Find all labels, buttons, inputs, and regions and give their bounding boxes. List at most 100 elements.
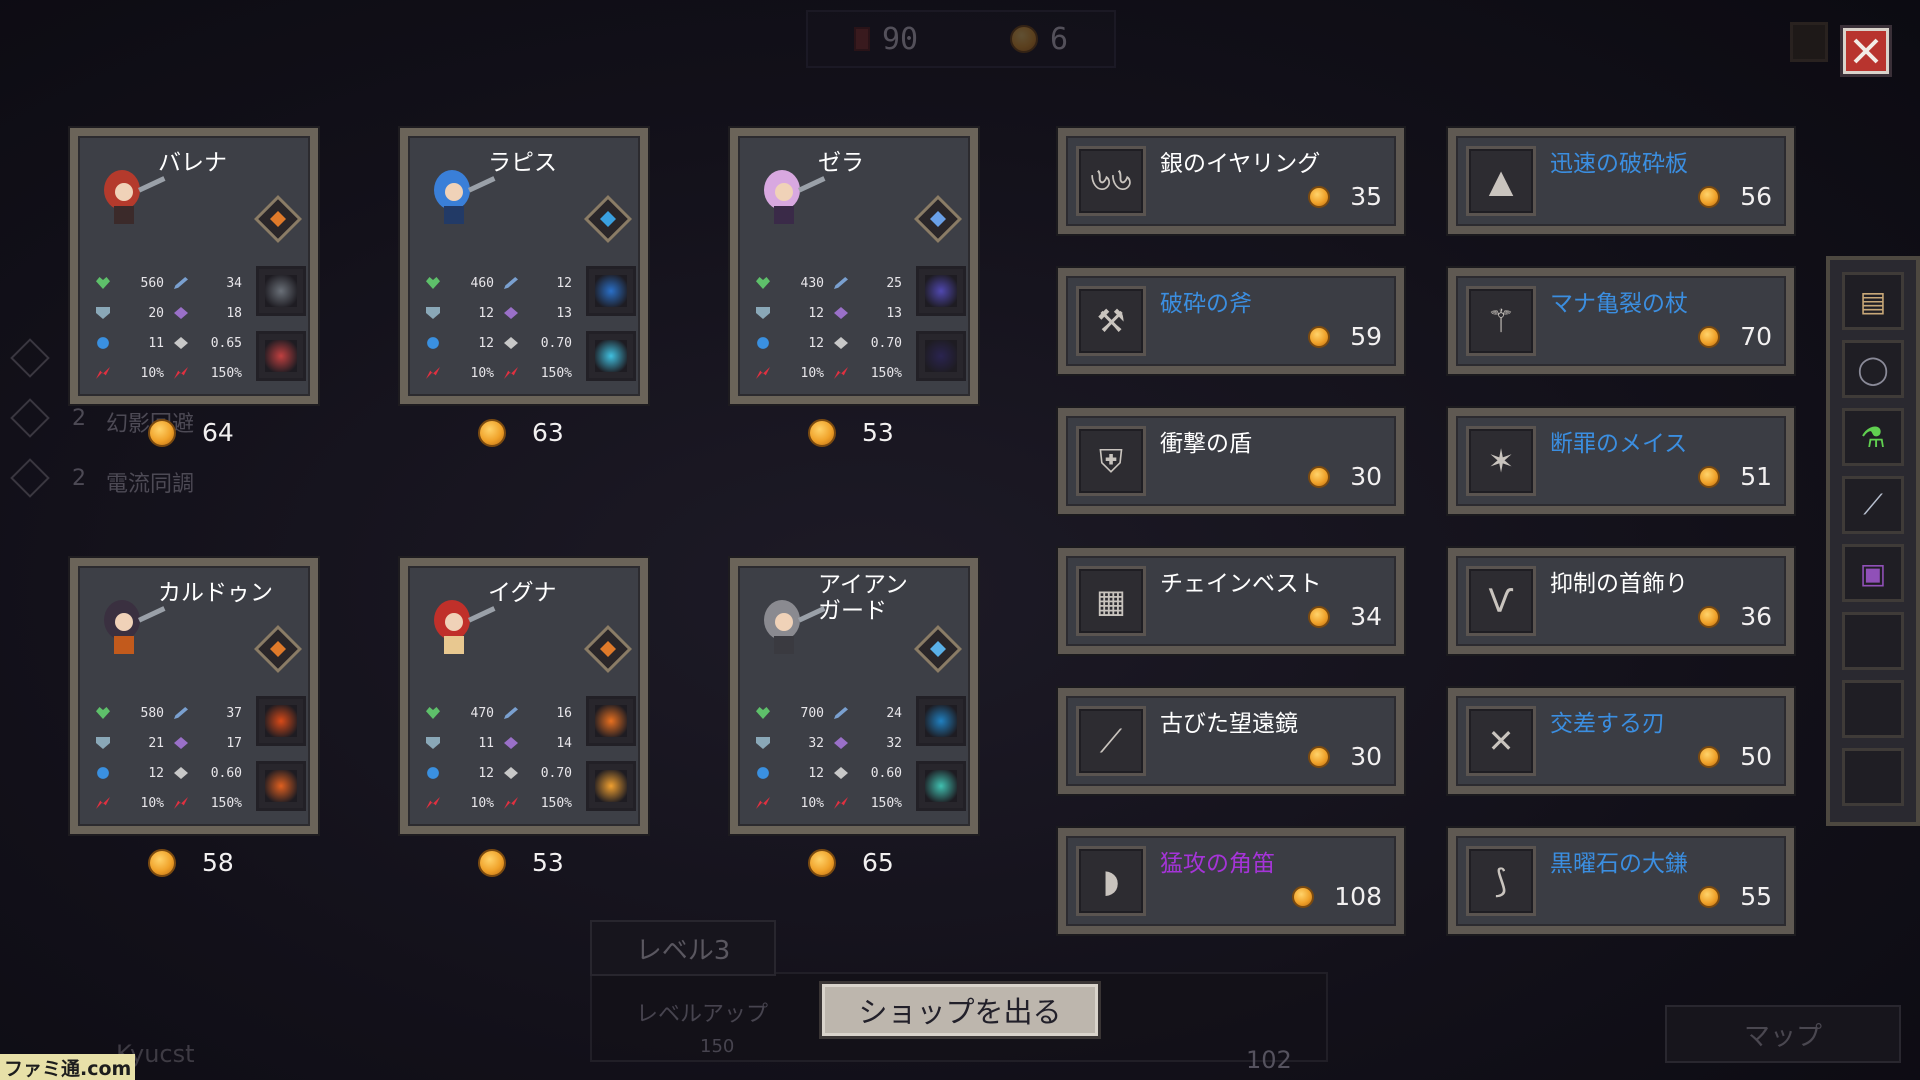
explosion-skill-icon[interactable] — [586, 761, 636, 811]
item-price: 70 — [1698, 322, 1772, 351]
water-crest-icon — [600, 211, 616, 227]
item-name: 古びた望遠鏡 — [1160, 711, 1298, 737]
shop-item-card[interactable]: ▦ チェインベスト 34 — [1058, 548, 1404, 654]
cross-slash-skill-icon[interactable] — [256, 331, 306, 381]
exit-shop-button[interactable]: ショップを出る — [822, 984, 1098, 1036]
stat-value-hp: 460 — [470, 275, 494, 291]
shop-item-card[interactable]: ⛨ 衝撃の盾 30 — [1058, 408, 1404, 514]
ice-crystal-skill-icon[interactable] — [586, 331, 636, 381]
hero-class-badge — [583, 624, 633, 674]
hero-card[interactable]: バレナ 560 34 20 18 11 0.65 10% 150% — [70, 128, 318, 404]
bag-icon — [1790, 22, 1828, 62]
currency-coins: 6 — [1049, 21, 1069, 57]
item-name: 猛攻の角笛 — [1160, 851, 1275, 877]
coin-icon — [1698, 185, 1721, 208]
item-name: 破砕の斧 — [1160, 291, 1252, 317]
item-price-value: 50 — [1740, 742, 1772, 771]
staff-icon: ⚚ — [1486, 302, 1516, 340]
coin-icon — [1698, 745, 1721, 768]
tome-icon: ▣ — [1859, 556, 1887, 590]
stat-value-atk: 24 — [886, 705, 902, 721]
inventory-slot-empty[interactable] — [1842, 612, 1904, 670]
hero-name: イグナ — [488, 580, 557, 606]
item-icon-frame: ▲ — [1466, 146, 1536, 216]
magic-icon — [174, 737, 188, 749]
hero-card[interactable]: アイアン ガード 700 24 32 32 12 0.60 10% 150% — [730, 558, 978, 834]
sword-stat-icon — [834, 277, 848, 289]
whirlpool-skill-icon[interactable] — [586, 266, 636, 316]
item-price-value: 55 — [1740, 882, 1772, 911]
fire-ring-skill-icon[interactable] — [256, 761, 306, 811]
synergy-count: 2 — [72, 466, 86, 491]
hero-price-value: 53 — [532, 848, 564, 877]
shop-item-card[interactable]: ৬৬ 銀のイヤリング 35 — [1058, 128, 1404, 234]
shadow-claw-skill-icon[interactable] — [916, 266, 966, 316]
stat-value-mana: 12 — [808, 335, 824, 351]
heart-icon — [96, 277, 110, 289]
inventory-slot[interactable]: ▣ — [1842, 544, 1904, 602]
item-icon-frame: ⟋ — [1076, 706, 1146, 776]
hero-card[interactable]: カルドゥン 580 37 21 17 12 0.60 10% 150% — [70, 558, 318, 834]
hero-card[interactable]: イグナ 470 16 11 14 12 0.70 10% 150% — [400, 558, 648, 834]
item-price: 55 — [1698, 882, 1772, 911]
item-name: 黒曜石の大鎌 — [1550, 851, 1688, 877]
ice-armor-skill-icon[interactable] — [916, 696, 966, 746]
hero-name: アイアン ガード — [818, 572, 908, 624]
ice-dome-skill-icon[interactable] — [916, 761, 966, 811]
inventory-slot-empty[interactable] — [1842, 680, 1904, 738]
hero-price-value: 65 — [862, 848, 894, 877]
item-icon-frame: ▦ — [1076, 566, 1146, 636]
hero-card[interactable]: ゼラ 430 25 12 13 12 0.70 10% 150% — [730, 128, 978, 404]
inventory-slot[interactable]: ◯ — [1842, 340, 1904, 398]
stat-value-atk: 37 — [226, 705, 242, 721]
item-price: 108 — [1292, 882, 1382, 911]
hero-price-value: 58 — [202, 848, 234, 877]
coin-icon — [1308, 465, 1331, 488]
shop-item-card[interactable]: ◗ 猛攻の角笛 108 — [1058, 828, 1404, 934]
inventory-slot-empty[interactable] — [1842, 748, 1904, 806]
shop-item-card[interactable]: ⚚ マナ亀裂の杖 70 — [1448, 268, 1794, 374]
lava-burst-skill-icon[interactable] — [256, 696, 306, 746]
shop-item-card[interactable]: ⟋ 古びた望遠鏡 30 — [1058, 688, 1404, 794]
close-button[interactable] — [1843, 28, 1889, 74]
inventory-slot[interactable]: ⚗ — [1842, 408, 1904, 466]
stat-value-critdmg: 150% — [870, 365, 902, 381]
hero-class-badge — [253, 194, 303, 244]
inventory-slot[interactable]: ▤ — [1842, 272, 1904, 330]
shield-skill-icon[interactable] — [256, 266, 306, 316]
item-price-value: 59 — [1350, 322, 1382, 351]
stat-value-hp: 560 — [140, 275, 164, 291]
item-name: 交差する刃 — [1550, 711, 1665, 737]
hero-name: ラピス — [488, 150, 557, 176]
hero-class-badge — [583, 194, 633, 244]
item-icon-frame: ⛨ — [1076, 426, 1146, 496]
hero-class-badge — [253, 624, 303, 674]
sword-stat-icon — [504, 277, 518, 289]
armor-icon — [426, 737, 440, 749]
shop-item-card[interactable]: ⚒ 破砕の斧 59 — [1058, 268, 1404, 374]
item-icon-frame: ⚒ — [1076, 286, 1146, 356]
coin-icon — [1308, 185, 1331, 208]
shop-item-card[interactable]: ▲ 迅速の破砕板 56 — [1448, 128, 1794, 234]
shop-item-card[interactable]: ✶ 断罪のメイス 51 — [1448, 408, 1794, 514]
coin-icon — [1698, 885, 1721, 908]
hero-stats: 460 12 12 13 12 0.70 10% 150% — [426, 268, 586, 388]
stat-value-atk: 34 — [226, 275, 242, 291]
map-button[interactable]: マップ — [1665, 1005, 1901, 1063]
vortex-skill-icon[interactable] — [916, 331, 966, 381]
fire-pillar-skill-icon[interactable] — [586, 696, 636, 746]
mana-icon — [757, 337, 769, 349]
inventory-slot[interactable]: ⟋ — [1842, 476, 1904, 534]
stat-value-spd: 0.70 — [870, 335, 902, 351]
hero-price: 63 — [478, 418, 564, 447]
shop-item-card[interactable]: ✕ 交差する刃 50 — [1448, 688, 1794, 794]
item-price-value: 56 — [1740, 182, 1772, 211]
heart-icon — [756, 707, 770, 719]
coin-icon — [478, 848, 506, 877]
shop-item-card[interactable]: Ѵ 抑制の首飾り 36 — [1448, 548, 1794, 654]
hero-card[interactable]: ラピス 460 12 12 13 12 0.70 10% 150% — [400, 128, 648, 404]
stat-value-def: 32 — [808, 735, 824, 751]
shop-item-card[interactable]: ⟆ 黒曜石の大鎌 55 — [1448, 828, 1794, 934]
stat-value-def: 21 — [148, 735, 164, 751]
speed-icon — [174, 337, 188, 349]
